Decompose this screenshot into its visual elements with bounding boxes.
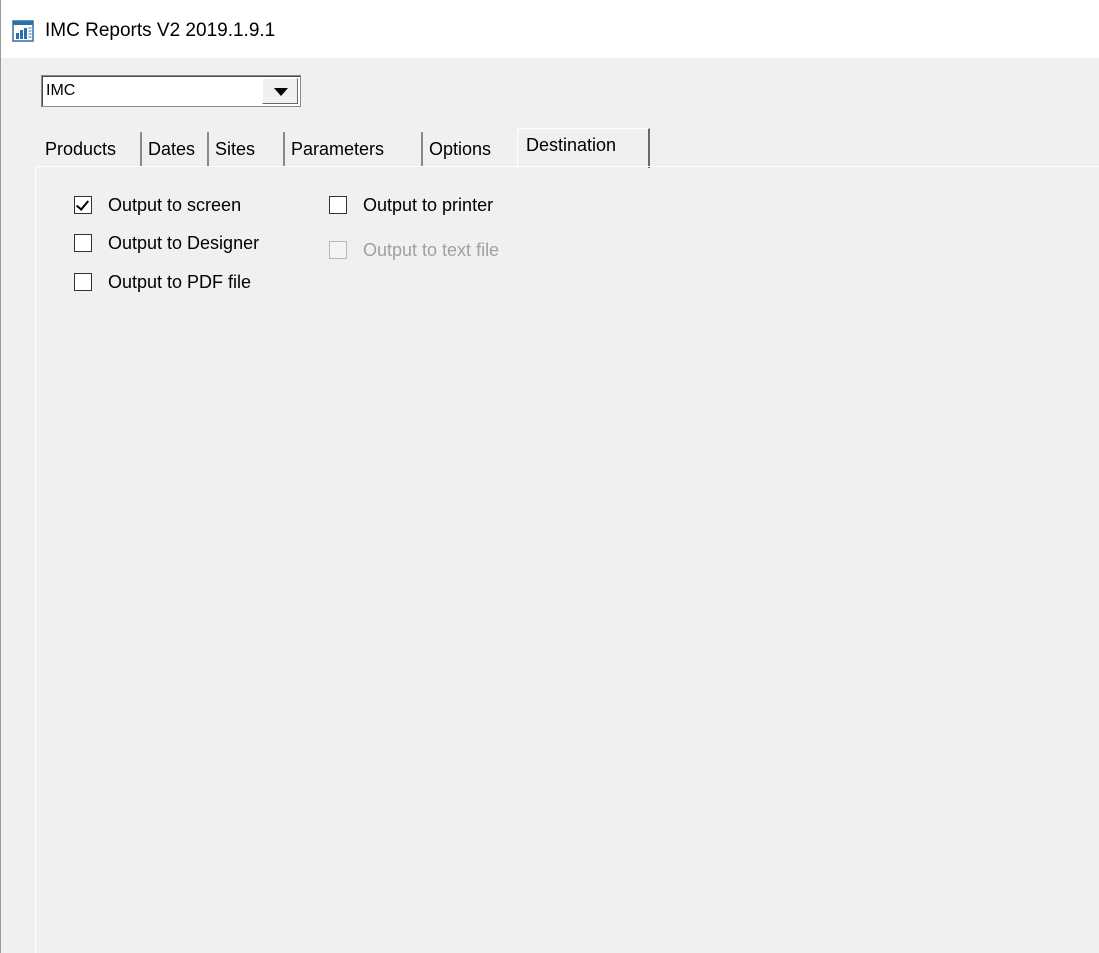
window-title: IMC Reports V2 2019.1.9.1 [45,20,276,41]
output-to-printer-checkbox[interactable]: Output to printer [329,195,549,218]
checkbox-label: Output to Designer [108,233,260,253]
checkbox-label: Output to screen [108,195,242,215]
checkbox-label: Output to text file [363,240,500,260]
checkbox-box[interactable] [329,196,347,214]
checkbox-box[interactable] [74,234,92,252]
destination-tab-page: Output to screen Output to Designer Outp… [35,166,1099,953]
tab-label: Parameters [291,139,385,159]
tab-label: Products [45,139,117,159]
report-app-icon [12,20,34,42]
checkmark-icon [75,197,90,211]
output-to-pdf-checkbox[interactable]: Output to PDF file [74,272,294,295]
tab-label: Destination [526,135,617,155]
title-bar[interactable]: IMC Reports V2 2019.1.9.1 [1,0,1099,58]
checkbox-box[interactable] [74,196,92,214]
company-select[interactable]: IMC [41,75,301,107]
output-to-text-file-checkbox: Output to text file [329,240,549,263]
chevron-down-icon [274,88,288,96]
checkbox-label: Output to PDF file [108,272,252,292]
tab-label: Dates [148,139,196,159]
tab-label: Options [429,139,492,159]
tab-parameters[interactable]: Parameters [287,132,423,166]
tab-sites[interactable]: Sites [211,132,285,166]
output-to-screen-checkbox[interactable]: Output to screen [74,195,294,218]
tab-dates[interactable]: Dates [144,132,209,166]
app-window: IMC Reports V2 2019.1.9.1 IMC Products D… [0,0,1099,953]
output-to-designer-checkbox[interactable]: Output to Designer [74,233,294,256]
dropdown-button[interactable] [262,78,298,104]
tab-label: Sites [215,139,256,159]
checkbox-box[interactable] [74,273,92,291]
checkbox-box [329,241,347,259]
tab-products[interactable]: Products [41,132,142,166]
company-select-value: IMC [46,82,76,99]
tab-options[interactable]: Options [425,132,513,166]
tab-destination[interactable]: Destination [517,128,650,168]
checkbox-label: Output to printer [363,195,494,215]
